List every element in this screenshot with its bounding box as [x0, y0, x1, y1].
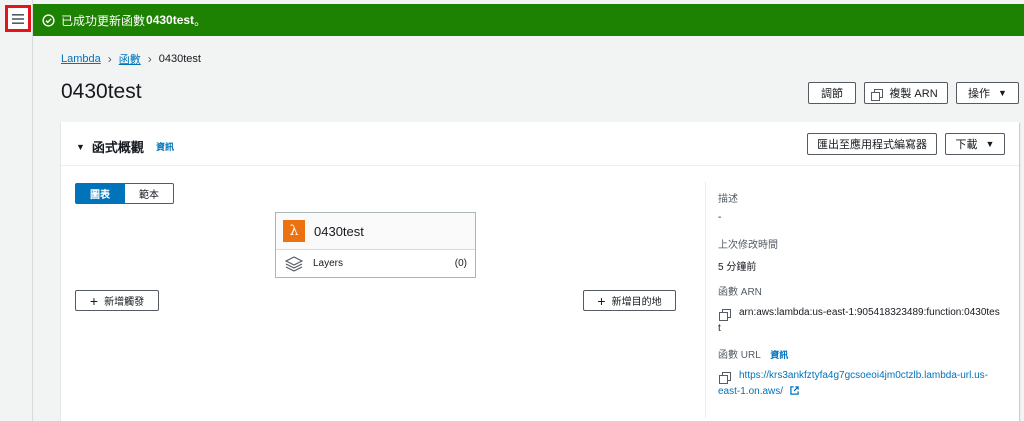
function-url-line2-row[interactable]: east-1.on.aws/: [718, 384, 988, 400]
layers-count: (0): [454, 258, 467, 269]
page-title: 0430test: [61, 80, 142, 103]
actions-label: 操作: [968, 88, 991, 100]
arn-label: 函數 ARN: [718, 287, 762, 298]
divider: [705, 182, 706, 418]
lambda-icon: λ: [283, 220, 305, 242]
function-card-header[interactable]: λ 0430test: [276, 213, 475, 250]
chevron-right-icon: ›: [147, 52, 152, 66]
chevron-right-icon: ›: [107, 52, 112, 66]
add-trigger-label: 新增觸發: [104, 297, 145, 308]
last-modified-section: 上次修改時間 5 分鐘前: [718, 236, 778, 273]
add-destination-button[interactable]: + 新增目的地: [583, 290, 676, 311]
tab-template[interactable]: 範本: [125, 183, 174, 204]
flash-function-name: 0430test: [146, 13, 195, 27]
function-url-line2[interactable]: east-1.on.aws/: [718, 386, 783, 397]
breadcrumb: Lambda › 函數 › 0430test: [61, 51, 201, 67]
menu-icon[interactable]: [5, 5, 31, 32]
arn-value-line2: t: [718, 323, 721, 334]
view-toggle: 圖表 範本: [75, 183, 174, 204]
copy-icon[interactable]: [719, 372, 731, 384]
url-label: 函數 URL: [718, 350, 761, 361]
function-url-section: 函數 URL 資訊 https://krs3ankfztyfa4g7gcsoeo…: [718, 346, 988, 400]
url-value-row: https://krs3ankfztyfa4g7gcsoeoi4jm0ctzlb…: [718, 368, 988, 384]
breadcrumb-functions-link[interactable]: 函數: [119, 51, 141, 67]
layers-row[interactable]: Layers (0): [276, 250, 475, 277]
breadcrumb-lambda-link[interactable]: Lambda: [61, 53, 101, 65]
external-link-icon: [790, 386, 799, 395]
tab-diagram[interactable]: 圖表: [75, 183, 125, 204]
actions-dropdown[interactable]: 操作 ▼: [956, 82, 1019, 104]
copy-arn-label: 複製 ARN: [889, 88, 938, 100]
plus-icon: +: [597, 292, 606, 309]
url-label-row: 函數 URL 資訊: [718, 346, 988, 361]
panel-title[interactable]: ▼ 函式概觀 資訊: [76, 137, 174, 156]
left-navigation-rail: [0, 0, 33, 421]
breadcrumb-current: 0430test: [158, 53, 201, 65]
description-value: -: [718, 212, 722, 223]
flash-suffix: 。: [194, 13, 207, 28]
export-label: 匯出至應用程式編寫器: [817, 139, 927, 151]
flash-message: 已成功更新函數: [61, 13, 146, 28]
layers-icon: [285, 255, 303, 272]
layers-label: Layers: [313, 258, 344, 269]
copy-icon: [871, 88, 884, 101]
throttle-button[interactable]: 調節: [808, 82, 856, 104]
export-to-app-composer-button[interactable]: 匯出至應用程式編寫器: [807, 133, 937, 155]
function-overview-panel: ▼ 函式概觀 資訊 匯出至應用程式編寫器 下載 ▼ 圖表 範本 λ 0430tes…: [61, 122, 1019, 421]
last-modified-label: 上次修改時間: [718, 240, 778, 251]
function-url-line1[interactable]: https://krs3ankfztyfa4g7gcsoeoi4jm0ctzlb…: [739, 368, 988, 384]
add-destination-label: 新增目的地: [611, 297, 662, 308]
panel-header: ▼ 函式概觀 資訊 匯出至應用程式編寫器 下載 ▼: [61, 122, 1019, 166]
download-dropdown[interactable]: 下載 ▼: [945, 133, 1005, 155]
throttle-button-label: 調節: [821, 88, 843, 100]
url-info-link[interactable]: 資訊: [770, 350, 788, 360]
function-card-name: 0430test: [314, 223, 364, 239]
description-label: 描述: [718, 194, 738, 205]
plus-icon: +: [89, 292, 99, 309]
caret-down-icon: ▼: [998, 88, 1007, 98]
download-label: 下載: [955, 139, 978, 151]
function-card[interactable]: λ 0430test Layers (0): [275, 212, 476, 278]
caret-down-icon: ▼: [76, 141, 85, 152]
copy-icon[interactable]: [719, 309, 731, 321]
last-modified-value: 5 分鐘前: [718, 262, 757, 273]
arn-value-line1: arn:aws:lambda:us-east-1:905418323489:fu…: [739, 307, 1000, 318]
add-trigger-button[interactable]: + 新增觸發: [75, 290, 159, 311]
caret-down-icon: ▼: [985, 139, 995, 149]
arn-value-row: arn:aws:lambda:us-east-1:905418323489:fu…: [718, 305, 1000, 321]
description-section: 描述 -: [718, 190, 738, 223]
success-check-icon: [42, 13, 55, 27]
success-flash-banner: 已成功更新函數 0430test 。: [33, 4, 1024, 36]
function-arn-section: 函數 ARN arn:aws:lambda:us-east-1:90541832…: [718, 283, 1000, 337]
copy-arn-button[interactable]: 複製 ARN: [864, 82, 948, 104]
info-link[interactable]: 資訊: [156, 140, 174, 153]
overview-title: 函式概觀: [91, 140, 144, 155]
